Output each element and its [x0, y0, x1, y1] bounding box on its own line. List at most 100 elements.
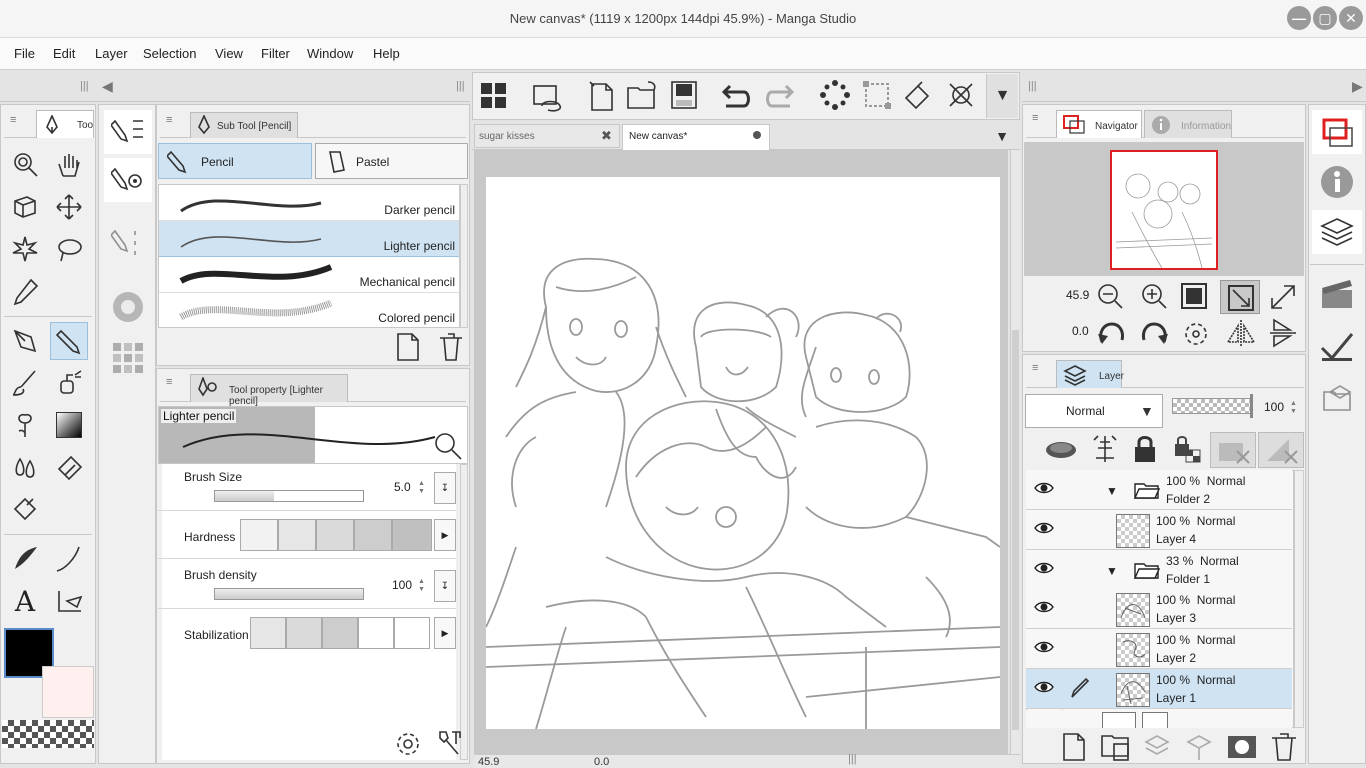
lock-transparency-icon[interactable]: [1172, 434, 1202, 464]
status-zoom-value[interactable]: 45.9: [478, 756, 499, 768]
stabilization-segment[interactable]: [250, 617, 286, 649]
hardness-segment[interactable]: [240, 519, 278, 551]
stabilization-segment[interactable]: [394, 617, 430, 649]
airbrush-icon[interactable]: [50, 364, 88, 402]
open-folder-icon[interactable]: [626, 80, 658, 110]
zoom-in-icon[interactable]: [1140, 282, 1168, 310]
tab-tool[interactable]: Too: [36, 110, 94, 138]
menu-edit[interactable]: Edit: [53, 46, 75, 61]
color-set-icon[interactable]: [104, 336, 152, 380]
navigator-zoom-value[interactable]: 45.9: [1066, 288, 1089, 302]
brush-size-dropdown[interactable]: ↧: [434, 472, 456, 504]
collapse-left-icon[interactable]: ◀: [102, 78, 113, 95]
panel-menu-icon[interactable]: ≡: [10, 114, 16, 126]
menu-filter[interactable]: Filter: [261, 46, 290, 61]
panel-menu-icon[interactable]: ≡: [166, 376, 172, 388]
stabilization-selector[interactable]: [250, 617, 430, 651]
layer-mask-icon[interactable]: [1226, 734, 1258, 760]
auto-select-icon[interactable]: [6, 230, 44, 268]
ruler-curve-icon[interactable]: [50, 540, 88, 578]
material-palette-icon[interactable]: [1312, 376, 1362, 420]
subtool-palette-icon[interactable]: [104, 110, 152, 154]
menu-layer[interactable]: Layer: [95, 46, 128, 61]
fill-bucket-icon[interactable]: [902, 80, 934, 110]
color-wheel-icon[interactable]: [104, 285, 152, 329]
drawing-canvas[interactable]: [486, 177, 1000, 729]
tab-layer[interactable]: Layer: [1056, 360, 1124, 388]
fit-navigator-icon[interactable]: [1268, 282, 1298, 312]
hand-tool-icon[interactable]: [50, 145, 88, 183]
eye-icon[interactable]: [1034, 561, 1054, 575]
sub-color-swatch[interactable]: [42, 666, 94, 718]
figure-tool-icon[interactable]: [6, 540, 44, 578]
hardness-segment[interactable]: [278, 519, 316, 551]
density-spinner[interactable]: ▲ ▼: [418, 578, 428, 594]
group-pastel-button[interactable]: Pastel: [315, 143, 468, 179]
grip-icon[interactable]: |||: [456, 80, 465, 92]
tab-navigator[interactable]: Navigator: [1056, 110, 1142, 138]
tab-subtool[interactable]: Sub Tool [Pencil]: [190, 112, 298, 138]
zoom-preview-icon[interactable]: [433, 431, 463, 461]
close-tab-icon[interactable]: ✖: [601, 128, 612, 144]
transparent-color-swatch[interactable]: [2, 720, 94, 748]
loading-dots-icon[interactable]: [820, 80, 850, 110]
redo-icon[interactable]: [762, 82, 796, 110]
status-angle-value[interactable]: 0.0: [594, 756, 609, 768]
layer-shortcut-icon[interactable]: [1312, 210, 1362, 254]
transform-icon[interactable]: [946, 80, 976, 110]
density-dropdown[interactable]: ↧: [434, 570, 456, 602]
eye-icon[interactable]: [1034, 640, 1054, 654]
ruler-layer-button[interactable]: [1258, 432, 1304, 468]
hscroll-grip-icon[interactable]: |||: [848, 753, 857, 765]
close-icon[interactable]: ✕: [1339, 6, 1363, 30]
menu-help[interactable]: Help: [373, 46, 400, 61]
new-raster-layer-icon[interactable]: [1062, 732, 1088, 762]
hardness-segment[interactable]: [354, 519, 392, 551]
collapse-folder-icon[interactable]: ▼: [1106, 564, 1118, 578]
eyedropper-icon[interactable]: [6, 273, 44, 311]
pencil-tool-icon[interactable]: [50, 322, 88, 360]
save-icon[interactable]: [670, 80, 698, 110]
balloon-tool-icon[interactable]: [50, 582, 88, 620]
selection-area-icon[interactable]: [862, 80, 892, 110]
layer-row-paper[interactable]: [1026, 710, 1292, 728]
menu-window[interactable]: Window: [307, 46, 353, 61]
command-bar-dropdown[interactable]: ▼: [986, 74, 1018, 118]
animation-timeline-icon[interactable]: [1312, 272, 1362, 316]
zoom-out-icon[interactable]: [1096, 282, 1124, 310]
layer-row-layer-2[interactable]: 100 % Normal Layer 2: [1026, 629, 1292, 669]
auto-action-icon[interactable]: [1312, 324, 1362, 368]
gradient-tool-icon[interactable]: [50, 406, 88, 444]
initial-settings-icon[interactable]: [394, 730, 422, 758]
tab-list-dropdown[interactable]: ▼: [986, 124, 1018, 148]
menu-file[interactable]: File: [14, 46, 35, 61]
minimize-icon[interactable]: —: [1287, 6, 1311, 30]
canvas-vscrollbar[interactable]: [1010, 150, 1020, 754]
hardness-segment[interactable]: [392, 519, 432, 551]
zoom-tool-icon[interactable]: [6, 145, 44, 183]
object-tool-icon[interactable]: [6, 188, 44, 226]
navigator-view-frame[interactable]: [1110, 150, 1218, 270]
layer-scrollbar[interactable]: [1294, 470, 1304, 728]
hardness-expand-button[interactable]: ▶: [434, 519, 456, 551]
brush-size-palette-icon[interactable]: [104, 220, 152, 264]
stabilization-segment[interactable]: [286, 617, 322, 649]
brush-tool-icon[interactable]: [6, 364, 44, 402]
brush-size-spinner[interactable]: ▲ ▼: [418, 480, 428, 496]
opacity-slider[interactable]: [1172, 398, 1252, 414]
eye-icon[interactable]: [1034, 521, 1054, 535]
panel-menu-icon[interactable]: ≡: [1032, 112, 1038, 124]
tab-tool-property[interactable]: Tool property [Lighter pencil]: [190, 374, 348, 407]
lasso-tool-icon[interactable]: [50, 230, 88, 268]
decoration-tool-icon[interactable]: [6, 406, 44, 444]
panel-menu-icon[interactable]: ≡: [1032, 362, 1038, 374]
subtool-scrollbar[interactable]: [460, 184, 468, 328]
delete-layer-icon[interactable]: [1270, 732, 1298, 762]
menu-selection[interactable]: Selection: [143, 46, 196, 61]
text-tool-icon[interactable]: A: [6, 582, 44, 620]
maximize-icon[interactable]: ▢: [1313, 6, 1337, 30]
panel-menu-icon[interactable]: ≡: [166, 114, 172, 126]
layer-row-layer-4[interactable]: 100 % Normal Layer 4: [1026, 510, 1292, 550]
info-shortcut-icon[interactable]: [1312, 160, 1362, 204]
layer-row-layer-3[interactable]: 100 % Normal Layer 3: [1026, 589, 1292, 629]
